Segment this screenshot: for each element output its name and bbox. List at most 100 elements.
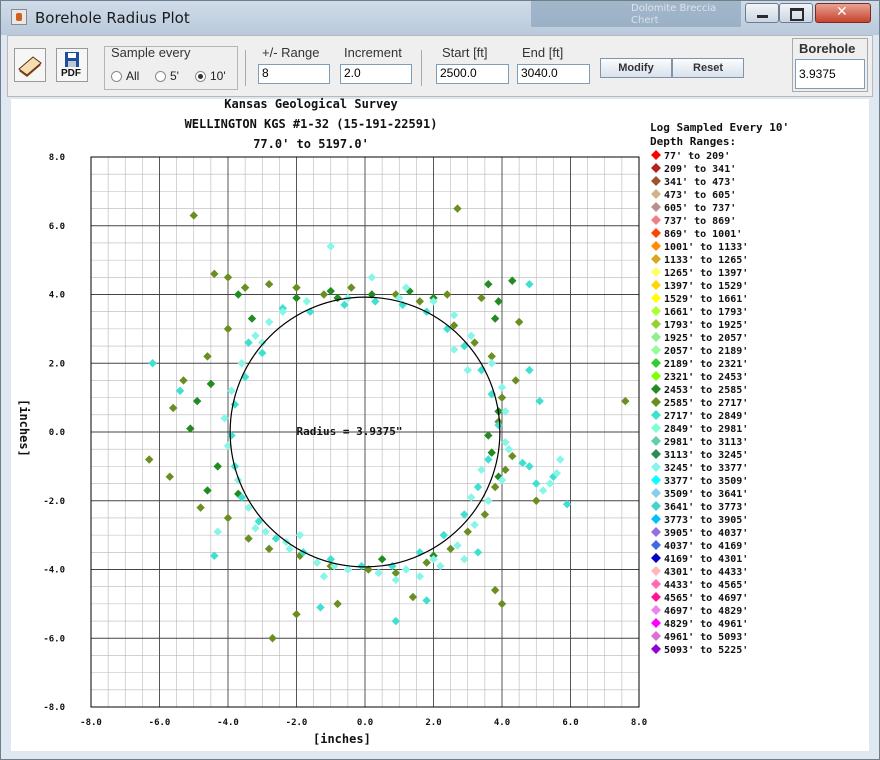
data-point [525,279,534,289]
reset-button[interactable]: Reset [672,58,744,78]
data-point [374,568,383,578]
data-point [490,585,500,595]
data-point [487,359,496,368]
data-point [484,431,493,440]
data-point [377,554,387,564]
data-point [532,496,541,505]
sample-all-radio[interactable]: All [111,69,139,83]
x-tick-label: -2.0 [286,718,308,728]
data-point [508,276,517,285]
y-tick-label: 8.0 [49,153,65,163]
background-text-2: Chert [631,15,659,26]
data-point [196,503,205,512]
legend-swatch [651,176,661,186]
legend-swatch [651,280,661,290]
data-point [401,565,411,574]
legend-entry-label: 1925' to 2057' [664,333,748,344]
y-tick-label: -4.0 [43,566,65,576]
legend-entry-label: 1661' to 1793' [664,307,748,318]
data-point [326,286,335,296]
background-window-ghost: Dolomite Breccia Chert [531,1,741,27]
data-point [227,431,236,440]
data-point [292,609,301,619]
legend-swatch [651,592,661,602]
legend-swatch [651,462,661,472]
data-point [504,444,514,454]
legend-swatch [651,605,661,615]
data-point [261,527,270,536]
data-point [508,451,517,461]
legend-swatch [651,501,661,511]
legend-swatch [651,384,661,394]
range-input[interactable]: 8 [258,64,330,84]
data-point [535,396,544,406]
legend-swatch [651,449,661,459]
data-point [145,455,154,464]
plot-area: Kansas Geological Survey WELLINGTON KGS … [11,97,869,751]
data-point [511,376,520,385]
increment-input[interactable]: 2.0 [340,64,412,84]
data-point [203,486,212,495]
legend-swatch [651,293,661,303]
legend-swatch [651,618,661,628]
borehole-radius-window: Borehole Radius Plot Dolomite Breccia Ch… [0,0,880,760]
legend-entry-label: 4961' to 5093' [664,632,748,643]
radius-label: Radius = 3.9375" [297,425,403,438]
legend-swatch [651,241,661,251]
modify-button[interactable]: Modify [600,58,672,78]
end-label: End [ft] [522,45,564,60]
legend-swatch [651,579,661,589]
sample-5ft-radio[interactable]: 5' [155,69,179,83]
legend-entry-label: 473' to 605' [664,190,736,201]
data-point [490,314,500,323]
legend-swatch [651,423,661,433]
data-point [292,293,301,303]
borehole-input[interactable]: 3.9375 [795,59,865,89]
pdf-button[interactable]: PDF [56,48,88,82]
data-point [453,204,462,213]
legend-entry-label: 1133' to 1265' [664,255,748,266]
data-point [165,472,174,481]
y-tick-label: 6.0 [49,222,65,232]
legend-entry-label: 1529' to 1661' [664,294,748,305]
x-tick-label: 2.0 [425,718,441,728]
data-point [443,290,452,299]
data-point [206,379,216,389]
data-point [436,561,445,571]
legend-entry-label: 3641' to 3773' [664,502,748,513]
legend-entry-label: 4433' to 4565' [664,580,748,591]
data-point [518,458,527,468]
data-point [347,283,356,292]
notebook-icon-button[interactable] [14,48,46,82]
maximize-button[interactable] [779,3,813,23]
data-point [247,314,257,323]
data-point [357,561,366,571]
legend-swatch [651,644,661,654]
data-point [545,479,555,488]
data-point [244,534,253,543]
data-point [463,527,472,536]
data-point [453,541,462,550]
end-input[interactable]: 3040.0 [517,64,590,84]
start-input[interactable]: 2500.0 [436,64,509,84]
data-point [480,510,490,519]
floppy-icon [65,52,79,67]
close-button[interactable] [815,3,871,23]
minimize-button[interactable] [745,3,779,23]
legend-swatch [651,228,661,238]
legend-swatch [651,631,661,641]
sample-10ft-radio[interactable]: 10' [195,69,226,83]
data-point [439,530,448,540]
data-point [264,317,274,327]
y-tick-label: -6.0 [43,634,65,644]
legend-entry-label: 4169' to 4301' [664,554,748,565]
chart-title-line-1: Kansas Geological Survey [224,97,398,111]
legend-swatch [651,397,661,407]
data-point [470,520,479,530]
data-point [525,365,534,375]
x-tick-labels: -8.0 -6.0 -4.0 -2.0 0.0 2.0 4.0 6.0 8.0 [80,718,647,728]
borehole-label: Borehole [799,41,856,56]
data-point [477,293,486,303]
legend-swatch [651,475,661,485]
legend-entry-label: 2321' to 2453' [664,372,748,383]
